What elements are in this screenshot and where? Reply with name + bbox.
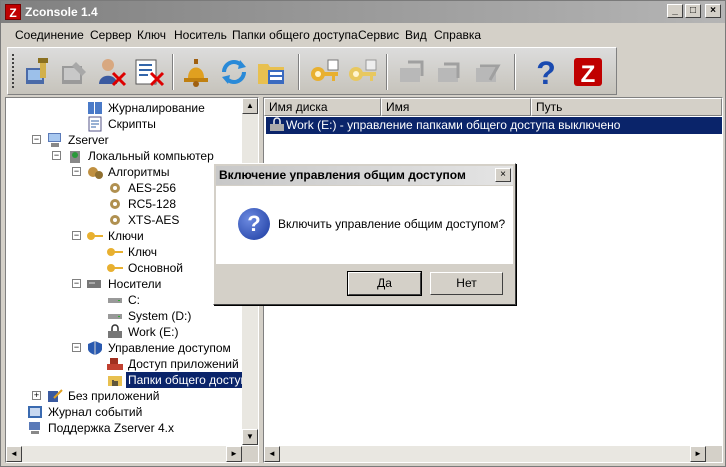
toolbar-grip[interactable]: [12, 54, 16, 88]
share-icon[interactable]: [394, 54, 430, 90]
shield-icon: [86, 340, 104, 356]
no-apps-icon: [46, 388, 64, 404]
scroll-left-button[interactable]: ◄: [6, 446, 22, 462]
shared-folder-icon: [106, 372, 124, 388]
connect-icon[interactable]: [20, 54, 56, 90]
svg-text:Z: Z: [581, 61, 596, 88]
refresh-icon[interactable]: [216, 54, 252, 90]
local-computer-icon: [66, 148, 84, 164]
event-log-icon: [26, 404, 44, 420]
key-add-icon[interactable]: [306, 54, 342, 90]
scroll-left-button[interactable]: ◄: [264, 446, 280, 462]
menu-view[interactable]: Вид: [405, 28, 427, 42]
locked-drive-icon: [268, 117, 286, 138]
confirm-dialog: Включение управления общим доступом × ? …: [213, 163, 516, 305]
remove-user-icon[interactable]: [94, 54, 130, 90]
scroll-down-button[interactable]: ▼: [242, 429, 258, 445]
drive-icon: [106, 308, 124, 324]
toolbar-separator: [386, 54, 388, 90]
menu-shared-folders[interactable]: Папки общего доступа: [232, 28, 358, 42]
drives-icon: [86, 276, 104, 292]
tree-expander[interactable]: −: [52, 151, 61, 160]
tree-expander[interactable]: −: [72, 343, 81, 352]
dialog-title: Включение управления общим доступом: [216, 166, 513, 185]
toolbar: ? Z: [7, 47, 617, 95]
dialog-body: ? Включить управление общим доступом?: [216, 186, 513, 264]
share-3-icon[interactable]: [470, 54, 506, 90]
tree-horizontal-scrollbar[interactable]: ◄ ►: [6, 446, 242, 462]
tree-expander[interactable]: −: [32, 135, 41, 144]
share-2-icon[interactable]: [432, 54, 468, 90]
scroll-up-button[interactable]: ▲: [242, 98, 258, 114]
log-book-icon: [86, 100, 104, 116]
list-item-text: Work (E:) - управление папками общего до…: [286, 118, 621, 132]
menu-server[interactable]: Сервер: [90, 28, 132, 42]
question-icon: ?: [238, 208, 270, 240]
menu-connection[interactable]: Соединение: [15, 28, 84, 42]
tree-expander[interactable]: +: [32, 391, 41, 400]
no-button[interactable]: Нет: [430, 272, 503, 295]
list-horizontal-scrollbar[interactable]: ◄ ►: [264, 446, 706, 462]
disconnect-icon[interactable]: [56, 54, 92, 90]
gear-icon: [106, 212, 124, 228]
column-header-name[interactable]: Имя: [381, 98, 531, 116]
menu-key[interactable]: Ключ: [137, 28, 166, 42]
svg-text:?: ?: [536, 55, 556, 90]
zserver-icon[interactable]: Z: [570, 54, 606, 90]
script-icon: [86, 116, 104, 132]
tree-expander[interactable]: −: [72, 231, 81, 240]
toolbar-separator: [514, 54, 516, 90]
gear-icon: [106, 196, 124, 212]
column-header-disk-name[interactable]: Имя диска: [264, 98, 381, 116]
gear-icon: [106, 180, 124, 196]
list-item[interactable]: Work (E:) - управление папками общего до…: [266, 117, 722, 134]
dialog-close-button[interactable]: ×: [495, 168, 511, 182]
z-logo-icon: Z: [5, 4, 21, 20]
toolbar-separator: [298, 54, 300, 90]
scroll-corner: [706, 446, 722, 462]
support-icon: [26, 420, 44, 436]
title-bar: Z Zconsole 1.4 _ □ ×: [1, 1, 725, 23]
maximize-button[interactable]: □: [685, 4, 701, 18]
minimize-button[interactable]: _: [667, 4, 683, 18]
key-icon: [86, 228, 104, 244]
key-icon: [106, 244, 124, 260]
drive-icon: [106, 292, 124, 308]
window-title: Zconsole 1.4: [25, 5, 98, 19]
folders-icon[interactable]: [254, 54, 290, 90]
menu-service[interactable]: Сервис: [358, 28, 399, 42]
scroll-corner: [242, 446, 258, 462]
gears-icon: [86, 164, 104, 180]
key-remove-icon[interactable]: [344, 54, 380, 90]
menu-bar: Соединение Сервер Ключ Носитель Папки об…: [3, 25, 723, 45]
computer-icon: [46, 132, 64, 148]
locked-drive-icon: [106, 324, 124, 340]
help-icon[interactable]: ?: [528, 54, 564, 91]
column-header-path[interactable]: Путь: [531, 98, 722, 116]
scroll-right-button[interactable]: ►: [226, 446, 242, 462]
app-access-icon: [106, 356, 124, 372]
main-window: Z Zconsole 1.4 _ □ × Соединение Сервер К…: [0, 0, 726, 467]
tree-expander[interactable]: −: [72, 279, 81, 288]
menu-help[interactable]: Справка: [434, 28, 481, 42]
bell-icon[interactable]: [178, 54, 214, 90]
yes-button[interactable]: Да: [347, 271, 422, 296]
toolbar-separator: [172, 54, 174, 90]
key-icon: [106, 260, 124, 276]
menu-media[interactable]: Носитель: [174, 28, 227, 42]
close-button[interactable]: ×: [705, 4, 721, 18]
dialog-message: Включить управление общим доступом?: [278, 217, 506, 231]
scroll-right-button[interactable]: ►: [690, 446, 706, 462]
tree-expander[interactable]: −: [72, 167, 81, 176]
remove-user-list-icon[interactable]: [132, 54, 168, 90]
